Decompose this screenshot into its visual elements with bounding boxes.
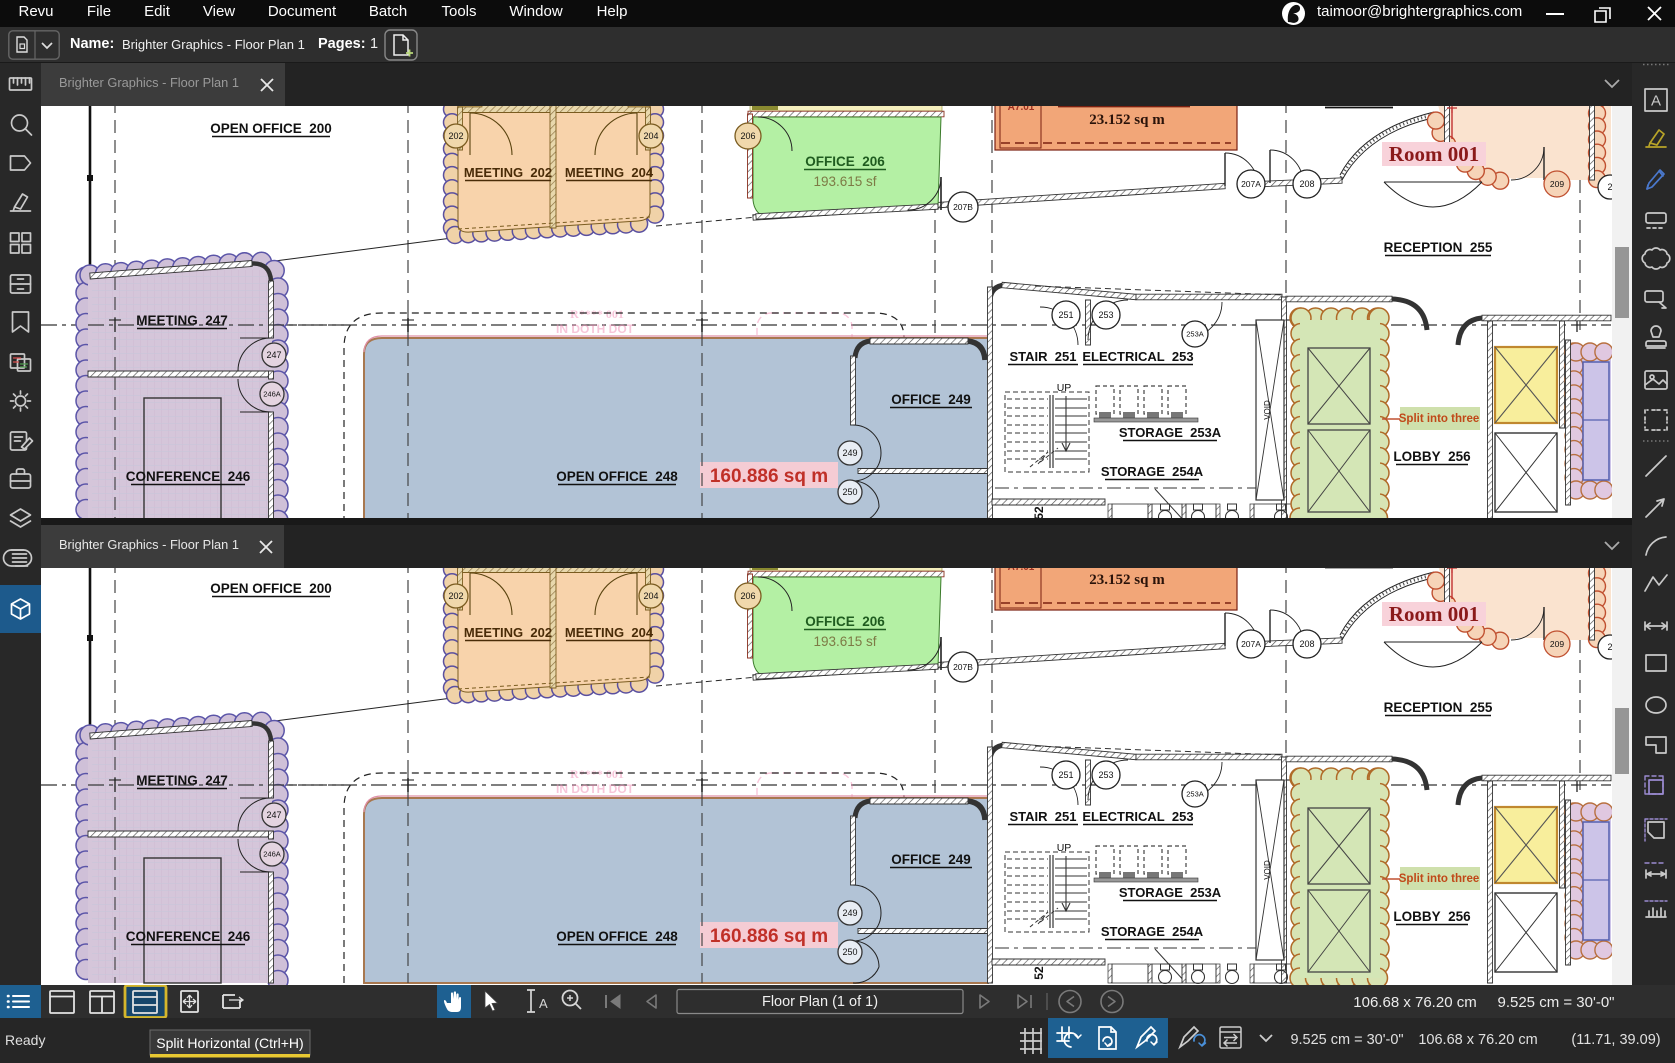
svg-text:106.68 x 76.20 cm: 106.68 x 76.20 cm [1418, 1032, 1537, 1048]
svg-text:(11.71, 39.09): (11.71, 39.09) [1571, 1032, 1660, 1048]
svg-text:A: A [539, 996, 548, 1011]
svg-text:Floor Plan (1 of 1): Floor Plan (1 of 1) [762, 994, 878, 1010]
svg-text:9.525 cm = 30'-0": 9.525 cm = 30'-0" [1290, 1032, 1403, 1048]
svg-text:Ready: Ready [5, 1032, 45, 1048]
svg-text:A: A [1651, 93, 1661, 110]
svg-text:106.68 x 76.20 cm: 106.68 x 76.20 cm [1353, 994, 1476, 1011]
svg-text:9.525 cm = 30'-0": 9.525 cm = 30'-0" [1497, 994, 1614, 1011]
svg-text:Split Horizontal (Ctrl+H): Split Horizontal (Ctrl+H) [156, 1035, 303, 1051]
